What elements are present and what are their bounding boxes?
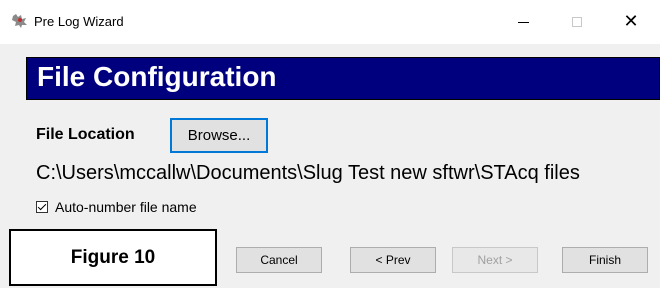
figure-label-box: Figure 10 — [9, 229, 217, 286]
minimize-button[interactable] — [500, 6, 546, 38]
next-button[interactable]: Next > — [452, 247, 538, 273]
title-bar[interactable]: Pre Log Wizard ✕ — [0, 0, 660, 44]
auto-number-checkbox[interactable] — [36, 201, 48, 213]
finish-button[interactable]: Finish — [562, 247, 648, 273]
browse-button[interactable]: Browse... — [170, 118, 268, 153]
file-path-text: C:\Users\mccallw\Documents\Slug Test new… — [36, 162, 580, 184]
close-button[interactable]: ✕ — [608, 6, 654, 38]
cancel-button[interactable]: Cancel — [236, 247, 322, 273]
section-header: File Configuration — [26, 57, 660, 100]
auto-number-label[interactable]: Auto-number file name — [55, 199, 197, 215]
section-title: File Configuration — [37, 61, 277, 92]
minimize-icon — [517, 21, 529, 23]
prev-button[interactable]: < Prev — [350, 247, 436, 273]
auto-number-checkbox-row[interactable]: Auto-number file name — [36, 197, 197, 217]
window-title: Pre Log Wizard — [34, 14, 124, 29]
figure-label: Figure 10 — [70, 246, 156, 268]
maximize-button[interactable] — [554, 6, 600, 38]
maximize-icon — [572, 17, 582, 27]
rooster-icon — [11, 13, 29, 29]
close-icon: ✕ — [623, 11, 639, 32]
wizard-window: Pre Log Wizard ✕ File Configuration File… — [0, 0, 660, 288]
file-location-label: File Location — [36, 126, 135, 143]
